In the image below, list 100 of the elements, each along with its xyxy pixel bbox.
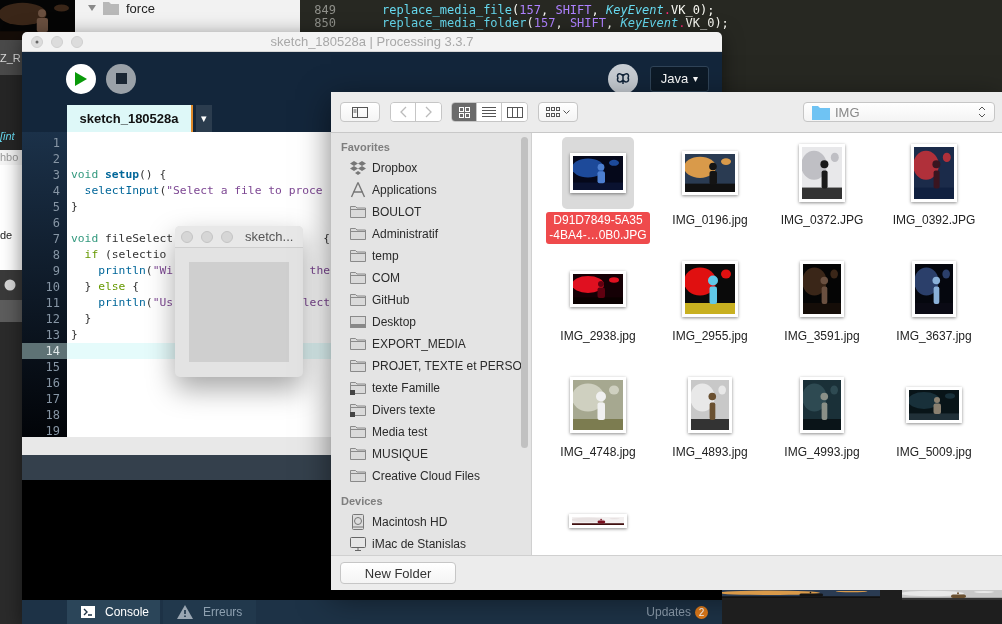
window-title: sketch...: [245, 229, 294, 244]
sidebar-item[interactable]: BOULOT: [331, 201, 531, 223]
file-name[interactable]: IMG_5009.jpg: [893, 444, 975, 461]
code-line: }: [71, 199, 78, 215]
code-line: }: [83, 311, 92, 327]
view-switcher[interactable]: [451, 102, 528, 122]
chevron-right-icon: [425, 106, 432, 118]
line-number: 13: [44, 327, 61, 343]
sidebar-icon: [352, 106, 368, 118]
hard-drive-icon: [349, 513, 367, 531]
file-name[interactable]: IMG_2955.jpg: [669, 328, 751, 345]
view-toggle[interactable]: [502, 103, 527, 121]
file-name[interactable]: IMG_2938.jpg: [557, 328, 639, 345]
code-line: }: [71, 327, 78, 343]
sidebar-item[interactable]: Desktop: [331, 311, 531, 333]
panel-tab[interactable]: Erreurs: [163, 600, 256, 624]
sidebar-item[interactable]: Media test: [331, 421, 531, 443]
debug-button[interactable]: [608, 63, 638, 94]
folder-icon: [349, 225, 367, 243]
warning-icon: [177, 605, 193, 619]
sidebar-item[interactable]: Divers texte: [331, 399, 531, 421]
tab-title[interactable]: Z_R: [0, 51, 21, 64]
sidebar-item[interactable]: Applications: [331, 179, 531, 201]
line-number: 6: [51, 215, 61, 231]
line-number: 1: [51, 135, 61, 151]
sidebar-item[interactable]: Administratif: [331, 223, 531, 245]
section-heading: Favorites: [340, 140, 391, 155]
line-number: 9: [51, 263, 61, 279]
run-button[interactable]: [66, 63, 96, 94]
sidebar-item[interactable]: GitHub: [331, 289, 531, 311]
panel-tab[interactable]: Console: [67, 600, 160, 624]
view-toggle[interactable]: [452, 103, 477, 121]
code-line: replace_media_file(157, SHIFT, KeyEvent.VK_0);: [382, 4, 715, 17]
desktop-folder-icon: [349, 313, 367, 331]
arrange-button[interactable]: [538, 102, 578, 122]
folder-icon: [812, 104, 830, 120]
grid-icon: [458, 106, 470, 118]
sidebar-item[interactable]: Macintosh HD: [331, 511, 531, 533]
diamonds-icon: [349, 159, 367, 177]
tab-menu-button[interactable]: ▾: [196, 105, 212, 132]
sidebar-toggle-button[interactable]: [340, 102, 380, 122]
count-badge: 2: [695, 605, 708, 619]
columns-icon: [506, 106, 523, 118]
code-line: replace_media_folder(157, SHIFT, KeyEvent.VK_0);: [382, 17, 729, 30]
butterfly-icon: [615, 70, 631, 87]
sidebar-item[interactable]: PROJET, TEXTE et PERSO: [331, 355, 531, 377]
line-number: 18: [44, 407, 61, 423]
line-number: 7: [51, 231, 61, 247]
folder-icon: [349, 335, 367, 353]
line-number: 11: [44, 295, 61, 311]
file-name[interactable]: IMG_4748.jpg: [557, 444, 639, 461]
folder-icon: [349, 247, 367, 265]
code-line: [int: [0, 130, 15, 142]
folder-icon: [349, 203, 367, 221]
view-toggle[interactable]: [477, 103, 502, 121]
sidebar-item[interactable]: texte Famille: [331, 377, 531, 399]
drafting-icon: [349, 181, 367, 199]
sidebar-item[interactable]: temp: [331, 245, 531, 267]
line-number: 4: [51, 183, 61, 199]
folder-icon: [349, 291, 367, 309]
file-name[interactable]: D91D7849-5A35 -4BA4-…0B0.JPG: [546, 212, 650, 244]
console-icon: [81, 606, 95, 618]
code-line: println("Us: [97, 295, 174, 311]
folder-icon: [349, 357, 367, 375]
file-name[interactable]: IMG_3591.jpg: [781, 328, 863, 345]
code-line: selectInput("Select a file to proce: [83, 183, 323, 199]
file-name[interactable]: IMG_0392.JPG: [889, 212, 979, 229]
sidebar-item[interactable]: Dropbox: [331, 157, 531, 179]
sidebar-item[interactable]: MUSIQUE: [331, 443, 531, 465]
tree-item[interactable]: force: [88, 0, 300, 18]
editor-tab[interactable]: sketch_180528a: [67, 105, 193, 132]
sidebar-item[interactable]: COM: [331, 267, 531, 289]
new-folder-button[interactable]: New Folder: [340, 562, 456, 584]
line-number: 850: [313, 17, 336, 30]
sidebar-item[interactable]: Creative Cloud Files: [331, 465, 531, 487]
code-line: void fileSelect: [71, 231, 174, 247]
code-line: } else {: [83, 279, 140, 295]
window-button-icon[interactable]: [31, 35, 43, 48]
stop-button[interactable]: [106, 63, 136, 94]
updates-link[interactable]: Updates: [646, 605, 691, 619]
chevron-left-icon: [399, 106, 407, 118]
file-name[interactable]: IMG_3637.jpg: [893, 328, 975, 345]
location-dropdown[interactable]: IMG: [803, 102, 995, 122]
stop-icon: [115, 73, 127, 84]
window-button-icon[interactable]: [4, 279, 16, 291]
line-number: 10: [44, 279, 61, 295]
play-icon: [75, 71, 87, 86]
file-name[interactable]: IMG_4993.jpg: [781, 444, 863, 461]
mode-dropdown[interactable]: Java ▾: [650, 65, 709, 92]
section-heading: Devices: [340, 494, 384, 509]
sidebar-item[interactable]: iMac de Stanislas: [331, 533, 531, 555]
file-name[interactable]: IMG_0372.JPG: [777, 212, 867, 229]
sidebar-item[interactable]: EXPORT_MEDIA: [331, 333, 531, 355]
file-name[interactable]: IMG_4893.jpg: [669, 444, 751, 461]
folder-icon: [349, 379, 367, 397]
line-number: 5: [51, 199, 61, 215]
label-text: de: [0, 229, 13, 241]
folder-icon: [349, 401, 367, 419]
file-name[interactable]: IMG_0196.jpg: [669, 212, 751, 229]
chevron-down-icon: [563, 109, 570, 115]
